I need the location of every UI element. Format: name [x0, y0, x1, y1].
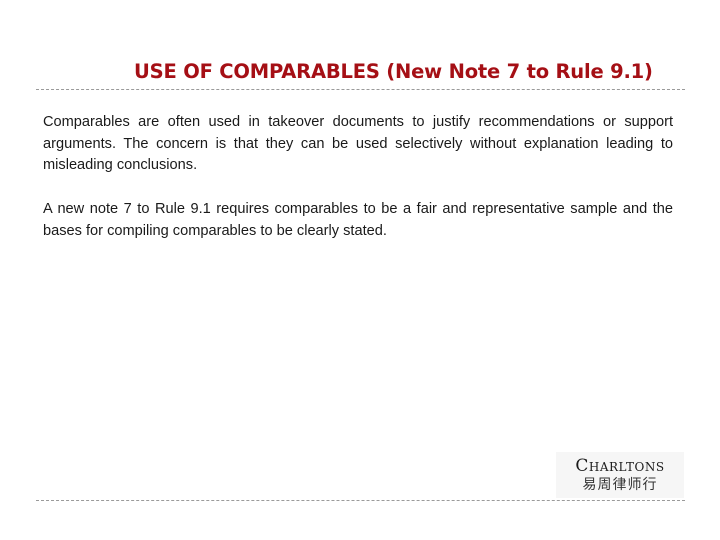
- logo-chinese-name: 易周律师行: [582, 477, 658, 493]
- charltons-logo: Charltons 易周律师行: [556, 452, 684, 498]
- paragraph-comparables-concern: Comparables are often used in takeover d…: [43, 114, 673, 173]
- slide-title: USE OF COMPARABLES (New Note 7 to Rule 9…: [134, 60, 653, 83]
- logo-name: Charltons: [575, 456, 665, 476]
- footer-divider: [36, 500, 685, 501]
- title-divider: [36, 89, 685, 90]
- paragraph-new-note-7: A new note 7 to Rule 9.1 requires compar…: [43, 201, 673, 239]
